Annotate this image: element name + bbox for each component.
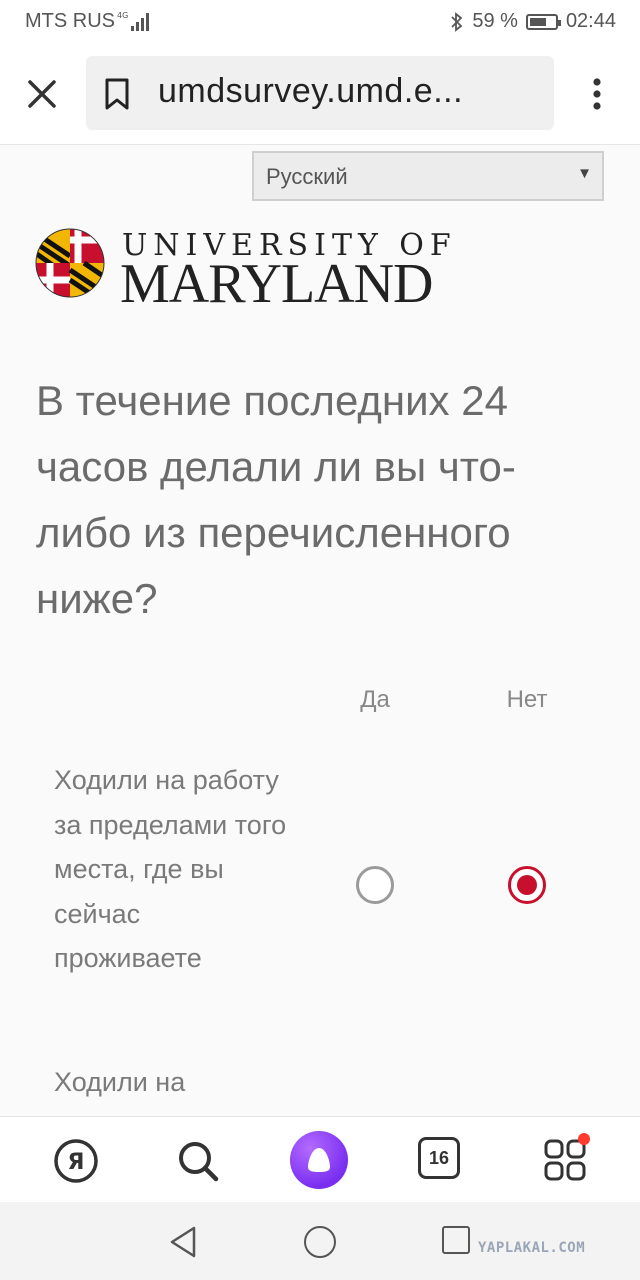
survey-question: В течение последних 24 часов делали ли в… [36,377,516,622]
survey-item-label: Ходили на [54,1067,186,1097]
watermark: YAPLAKAL.COM [478,1240,586,1256]
column-header-no: Нет [506,686,548,713]
alice-icon [308,1148,330,1172]
logo-text-maryland: MARYLAND [120,253,433,315]
svg-text:4G: 4G [117,11,128,20]
survey-item-label: Ходили на работу за пределами того места… [54,765,287,973]
clock: 02:44 [565,10,616,32]
browser-bottom-bar: Я 16 [0,1116,640,1203]
column-header-yes: Да [360,686,390,713]
bluetooth-icon [451,11,463,32]
chevron-down-icon: ▼ [577,165,592,182]
language-selected-value: Русский [266,164,348,189]
bookmark-icon[interactable] [104,78,130,110]
battery-percent: 59 % [472,10,518,32]
radio-no-selected[interactable] [508,866,546,904]
recent-apps-icon[interactable] [442,1226,470,1254]
status-bar: MTS RUS 4G 59 % 02:44 [0,0,640,44]
status-right: 59 % 02:44 [450,10,616,33]
services-button[interactable] [542,1133,590,1185]
url-field[interactable]: umdsurvey.umd.e... [86,56,554,130]
close-icon[interactable] [20,72,64,116]
notification-dot [578,1133,590,1145]
signal-icon: 4G [117,11,149,31]
radio-yes[interactable] [356,866,394,904]
language-select[interactable]: Русский ▼ [252,151,604,201]
carrier-label: MTS RUS [25,10,115,32]
tab-count: 16 [418,1137,460,1179]
tabs-button[interactable]: 16 [418,1137,466,1185]
maryland-flag-globe-icon [35,228,105,298]
search-icon[interactable] [174,1137,222,1185]
url-text[interactable]: umdsurvey.umd.e... [158,72,463,111]
more-options-icon[interactable] [580,74,614,114]
battery-icon [525,13,561,30]
system-nav-bar: YAPLAKAL.COM [0,1202,640,1280]
back-icon[interactable] [168,1224,198,1260]
svg-text:Я: Я [68,1150,85,1175]
yandex-icon[interactable]: Я [52,1137,100,1185]
browser-toolbar: umdsurvey.umd.e... [0,44,640,145]
home-icon[interactable] [304,1226,336,1258]
university-logo: UNIVERSITY OF MARYLAND [34,226,474,315]
alice-assistant-button[interactable] [290,1131,348,1189]
